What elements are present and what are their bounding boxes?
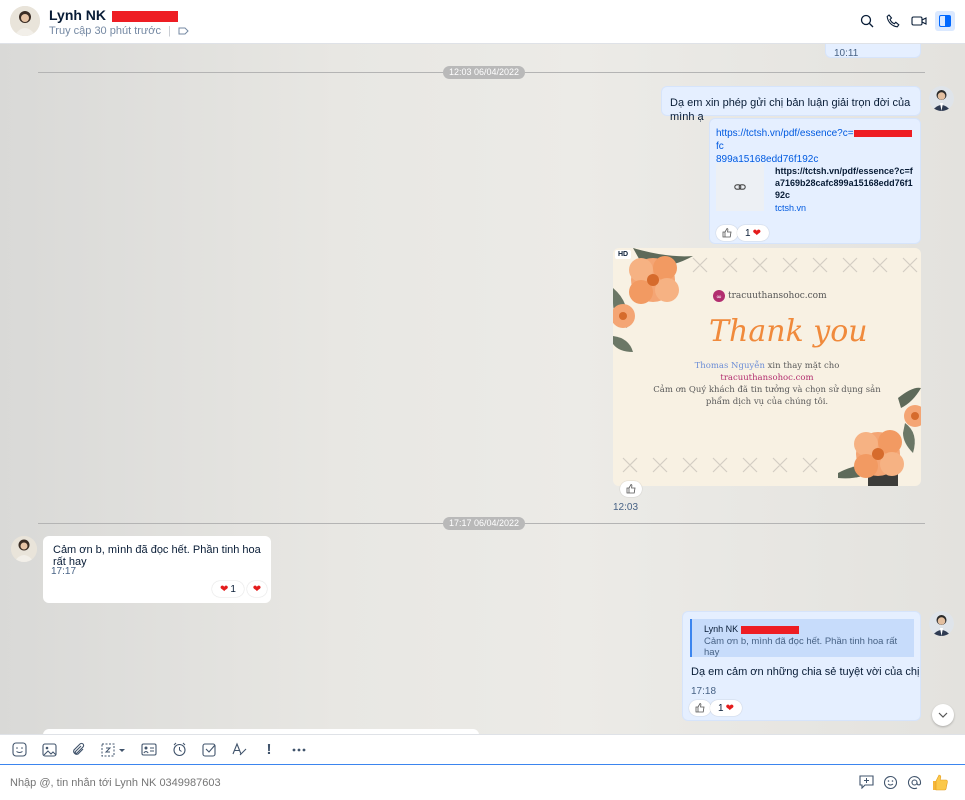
message-composer (0, 764, 965, 800)
link-message-bubble[interactable]: https://tctsh.vn/pdf/essence?c=fc 899a15… (709, 118, 921, 244)
like-button[interactable] (689, 700, 711, 716)
message-link[interactable]: https://tctsh.vn/pdf/essence?c=fc 899a15… (716, 127, 914, 166)
message-text: Dạ em cảm ơn những chia sẻ tuyệt vời của… (691, 666, 920, 678)
redaction-bar (853, 129, 912, 137)
message-bubble[interactable]: Dạ em xin phép gửi chị bản luận giải trọ… (661, 86, 921, 123)
message-time: 17:17 (51, 566, 77, 577)
message-list[interactable]: 10:11 12:03 06/04/2022 Dạ em xin phép gử… (0, 44, 965, 734)
message-text: Cảm ơn b, mình đã đọc hết. Phần tinh hoa… (53, 544, 261, 568)
card-site: tracuuthansohoc.com (728, 291, 827, 301)
time-divider-label: 17:17 06/04/2022 (443, 517, 526, 530)
message-time: 17:18 (691, 686, 717, 697)
scroll-down-button[interactable] (932, 704, 954, 726)
sidebar-toggle-icon[interactable] (935, 11, 955, 31)
scroll-down-icon (938, 712, 948, 718)
reminder-icon[interactable] (170, 741, 188, 759)
contact-card-icon[interactable] (140, 741, 158, 759)
hd-badge: HD (615, 250, 632, 259)
search-icon[interactable] (857, 11, 877, 31)
reaction-summary[interactable]: ❤ 1 (212, 581, 244, 597)
text-format-icon[interactable] (230, 741, 248, 759)
quote-text: Cảm ơn b, mình đã đọc hết. Phần tinh hoa… (704, 636, 898, 658)
card-thank-you: Thank you (709, 314, 868, 349)
redaction-bar (740, 625, 799, 634)
card-text: Thomas Nguyễn xin thay mặt cho tracuutha… (653, 361, 881, 407)
emoji-icon[interactable] (883, 775, 898, 790)
contact-avatar[interactable] (11, 536, 37, 562)
video-icon[interactable] (909, 11, 929, 31)
thumbs-up-icon[interactable] (931, 773, 949, 791)
quick-message-icon[interactable] (859, 775, 874, 789)
my-avatar[interactable] (929, 611, 954, 636)
redaction-bar (111, 10, 178, 22)
like-button[interactable] (620, 481, 642, 497)
svg-text:∞: ∞ (716, 293, 722, 301)
message-bubble[interactable]: Cảm ơn b, mình đã đọc hết. Phần tinh hoa… (43, 536, 271, 603)
contact-name[interactable]: Lynh NK (49, 7, 178, 23)
quote-author: Lynh NK (704, 624, 739, 634)
message-time: 12:03 (613, 502, 639, 513)
link-preview-domain: tctsh.vn (775, 203, 807, 213)
image-message[interactable]: ∞ HD tracuuthansohoc.com Thank you Thoma… (613, 248, 921, 486)
link-icon (734, 182, 746, 192)
image-icon[interactable] (40, 741, 58, 759)
heart-icon: ❤ (752, 227, 761, 239)
link-thumbnail (716, 163, 764, 211)
sticker-icon[interactable] (10, 741, 28, 759)
message-input[interactable] (8, 773, 832, 793)
time-divider-label: 12:03 06/04/2022 (443, 66, 526, 79)
link-preview-title: https://tctsh.vn/pdf/essence?c=fa7169b28… (775, 166, 913, 200)
heart-icon: ❤ (725, 702, 734, 714)
link-preview[interactable]: https://tctsh.vn/pdf/essence?c=fa7169b28… (716, 163, 916, 213)
chat-header: Lynh NK Truy cập 30 phút trước | (0, 0, 965, 44)
reaction-summary[interactable]: 1 ❤ (710, 700, 742, 716)
message-time: 10:11 (834, 48, 859, 59)
urgent-icon[interactable]: ! (260, 741, 278, 759)
phone-icon[interactable] (883, 11, 903, 31)
more-icon[interactable] (290, 741, 308, 759)
mention-icon[interactable] (907, 775, 922, 790)
reaction-summary[interactable]: 1 ❤ (737, 225, 769, 241)
message-bubble[interactable]: 10:11 (825, 44, 921, 59)
like-button[interactable] (716, 225, 738, 241)
heart-react-button[interactable]: ❤ (247, 581, 267, 597)
heart-icon: ❤ (252, 583, 262, 595)
heart-icon: ❤ (220, 583, 229, 595)
screenshot-icon[interactable] (100, 741, 128, 759)
todo-icon[interactable] (200, 741, 218, 759)
composer-toolbar: ! (0, 734, 965, 764)
attachment-icon[interactable] (70, 741, 88, 759)
contact-status: Truy cập 30 phút trước | (49, 25, 189, 37)
my-avatar[interactable] (929, 86, 954, 111)
tag-icon[interactable] (178, 27, 189, 35)
reply-message-bubble[interactable]: Lynh NK Cảm ơn b, mình đã đọc hết. Phần … (682, 611, 921, 721)
quoted-message[interactable]: Lynh NK Cảm ơn b, mình đã đọc hết. Phần … (690, 619, 914, 658)
contact-avatar[interactable] (10, 6, 40, 36)
